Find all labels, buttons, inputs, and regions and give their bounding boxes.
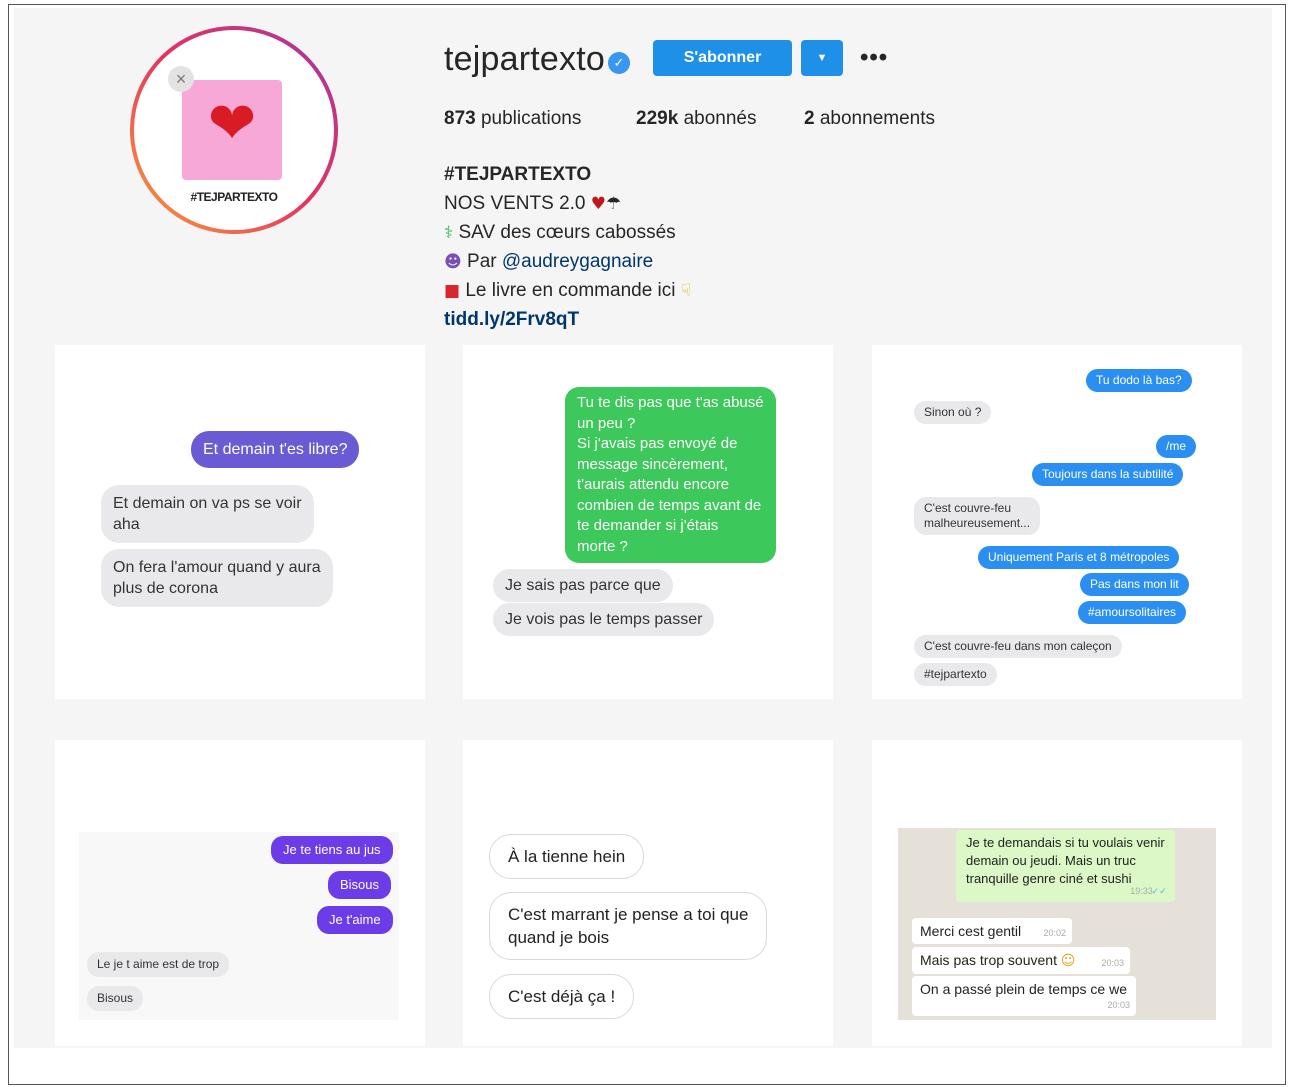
post-tile-4[interactable]: Je te tiens au jus Bisous Je t'aime Le j…	[55, 740, 425, 1046]
bio-line-2-text: SAV des cœurs cabossés	[458, 222, 676, 243]
followers-label: abonnés	[683, 108, 757, 129]
bubble-line: Et demain on va ps se voir	[113, 495, 302, 512]
more-options-icon[interactable]: •••	[860, 44, 888, 72]
follow-button[interactable]: S'abonner	[653, 40, 792, 76]
bio-line-3-prefix: Par	[467, 251, 497, 272]
chat-bubble: Pas dans mon lit	[1080, 573, 1189, 596]
chat-bubble: Je sais pas parce que	[493, 569, 673, 602]
post-tile-6[interactable]: Je te demandais si tu voulais venir dema…	[872, 740, 1242, 1046]
bubble-line: malheureusement...	[924, 516, 1031, 530]
smiley-icon: ☺	[1060, 953, 1076, 969]
stethoscope-icon: ⚕	[444, 223, 454, 243]
chat-bubble: Et demain on va ps se voir aha	[101, 485, 314, 543]
stat-publications: 873 publications	[444, 108, 581, 130]
following-count: 2	[804, 108, 815, 129]
chat-bubble: Tu te dis pas que t'as abusé un peu ? Si…	[565, 387, 776, 563]
post-tile-3[interactable]: Tu dodo là bas? Sinon où ? /me Toujours …	[872, 345, 1242, 699]
bubble-line: Je te demandais si tu voulais venir	[966, 835, 1165, 850]
post-tile-2[interactable]: Tu te dis pas que t'as abusé un peu ? Si…	[463, 345, 833, 699]
message-time: 20:02	[1043, 928, 1066, 938]
chat-bubble: Sinon où ?	[914, 401, 992, 424]
stat-followers[interactable]: 229k abonnés	[636, 108, 756, 130]
username: tejpartexto	[444, 40, 605, 78]
chat-bubble: Et demain t'es libre?	[191, 431, 360, 468]
bubble-line: On fera l'amour quand y aura	[113, 559, 321, 576]
chat-bubble: Uniquement Paris et 8 métropoles	[978, 546, 1180, 569]
stat-following[interactable]: 2 abonnements	[804, 108, 935, 130]
message-time: 20:03	[1107, 1000, 1130, 1010]
bubble-line: message sincèrement,	[577, 455, 728, 473]
avatar-tag: #TEJPARTEXTO	[190, 190, 278, 204]
chat-bubble: Je vois pas le temps passer	[493, 603, 715, 636]
bubble-line: On a passé plein de temps ce we	[920, 981, 1128, 997]
publications-count: 873	[444, 108, 476, 129]
bio-line-1-text: NOS VENTS 2.0	[444, 193, 586, 214]
woman-icon: ☻	[444, 252, 462, 272]
bubble-line: combien de temps avant de	[577, 496, 762, 514]
chevron-down-icon[interactable]: ▼	[801, 40, 843, 76]
bubble-line: quand je bois	[508, 928, 610, 947]
post-tile-1[interactable]: Et demain t'es libre? Et demain on va ps…	[55, 345, 425, 699]
chat-bubble: Je te demandais si tu voulais venir dema…	[956, 830, 1175, 902]
bubble-line: Tu te dis pas que t'as abusé	[577, 394, 764, 411]
chat-bubble: Bisous	[328, 871, 392, 899]
publications-label: publications	[480, 108, 582, 129]
bubble-line: Mais pas trop souvent	[920, 952, 1057, 968]
chat-bubble: Mais pas trop souvent ☺ 20:03	[912, 947, 1130, 974]
close-icon[interactable]: ×	[168, 66, 194, 92]
chat-bubble: Je te tiens au jus	[271, 836, 393, 864]
chat-bubble: C'est marrant je pense a toi que quand j…	[489, 892, 768, 960]
profile-avatar[interactable]: ❤ #TEJPARTEXTO ×	[130, 26, 338, 234]
bio-title: #TEJPARTEXTO	[444, 164, 592, 185]
chat-bubble: C'est couvre-feu malheureusement...	[914, 497, 1041, 535]
bio-line-4-text: Le livre en commande ici	[465, 280, 676, 301]
pointing-down-icon: ☟	[680, 281, 692, 301]
verified-badge-icon: ✓	[608, 52, 630, 74]
chat-bubble: On a passé plein de temps ce we 20:03	[912, 976, 1136, 1016]
bio-link[interactable]: tidd.ly/2Frv8qT	[444, 309, 579, 331]
chat-bubble: On fera l'amour quand y aura plus de cor…	[101, 549, 333, 607]
bubble-line: Si j'avais pas envoyé de	[577, 435, 738, 452]
chat-bubble: Tu dodo là bas?	[1086, 369, 1192, 392]
chat-bubble: Merci cest gentil 20:02	[912, 918, 1072, 944]
followers-count: 229k	[636, 108, 679, 129]
avatar-tile: ❤	[182, 80, 282, 180]
broken-heart-icon: ♥	[590, 194, 607, 214]
bio-line-3: ☻ Par @audreygagnaire	[444, 251, 653, 273]
bubble-line: te demander si j'étais	[577, 517, 719, 534]
heart-icon: ❤	[207, 89, 257, 157]
chat-bubble: #amoursolitaires	[1078, 601, 1187, 624]
book-icon: ■	[444, 281, 461, 301]
avatar-inner: ❤ #TEJPARTEXTO ×	[134, 30, 334, 230]
bubble-line: aha	[113, 516, 140, 533]
chat-bubble: #tejpartexto	[914, 663, 997, 686]
bubble-line: plus de corona	[113, 580, 218, 597]
bubble-line: un peu ?	[577, 414, 636, 432]
bubble-line: t'aurais attendu encore	[577, 476, 730, 493]
chat-bubble: Le je t aime est de trop	[87, 952, 230, 977]
bio-line-2: ⚕ SAV des cœurs cabossés	[444, 222, 676, 244]
chat-bubble: C'est déjà ça !	[489, 974, 635, 1019]
read-check-icon: ✓✓	[1151, 886, 1167, 896]
umbrella-icon: ☂	[606, 194, 622, 214]
message-time: 20:03	[1101, 958, 1124, 968]
bio-line-1: NOS VENTS 2.0 ♥☂	[444, 193, 621, 215]
bio-line-4: ■ Le livre en commande ici ☟	[444, 280, 691, 302]
post-tile-5[interactable]: À la tienne hein C'est marrant je pense …	[463, 740, 833, 1046]
message-time: 19:33	[1130, 886, 1153, 896]
following-label: abonnements	[819, 108, 936, 129]
bubble-line: demain ou jeudi. Mais un truc	[966, 853, 1136, 868]
chat-bubble: Je t'aime	[317, 906, 393, 934]
chat-bubble: /me	[1156, 435, 1197, 458]
chat-bubble: Bisous	[87, 986, 144, 1011]
bubble-line: morte ?	[577, 537, 628, 555]
bubble-line: C'est couvre-feu	[924, 501, 1011, 515]
bubble-line: C'est marrant je pense a toi que	[508, 905, 749, 924]
chat-bubble: C'est couvre-feu dans mon caleçon	[914, 635, 1122, 658]
chat-bubble: Toujours dans la subtilité	[1032, 463, 1184, 486]
mention-link[interactable]: @audreygagnaire	[502, 251, 653, 272]
bubble-line: Merci cest gentil	[920, 923, 1022, 939]
chat-bubble: À la tienne hein	[489, 834, 645, 879]
